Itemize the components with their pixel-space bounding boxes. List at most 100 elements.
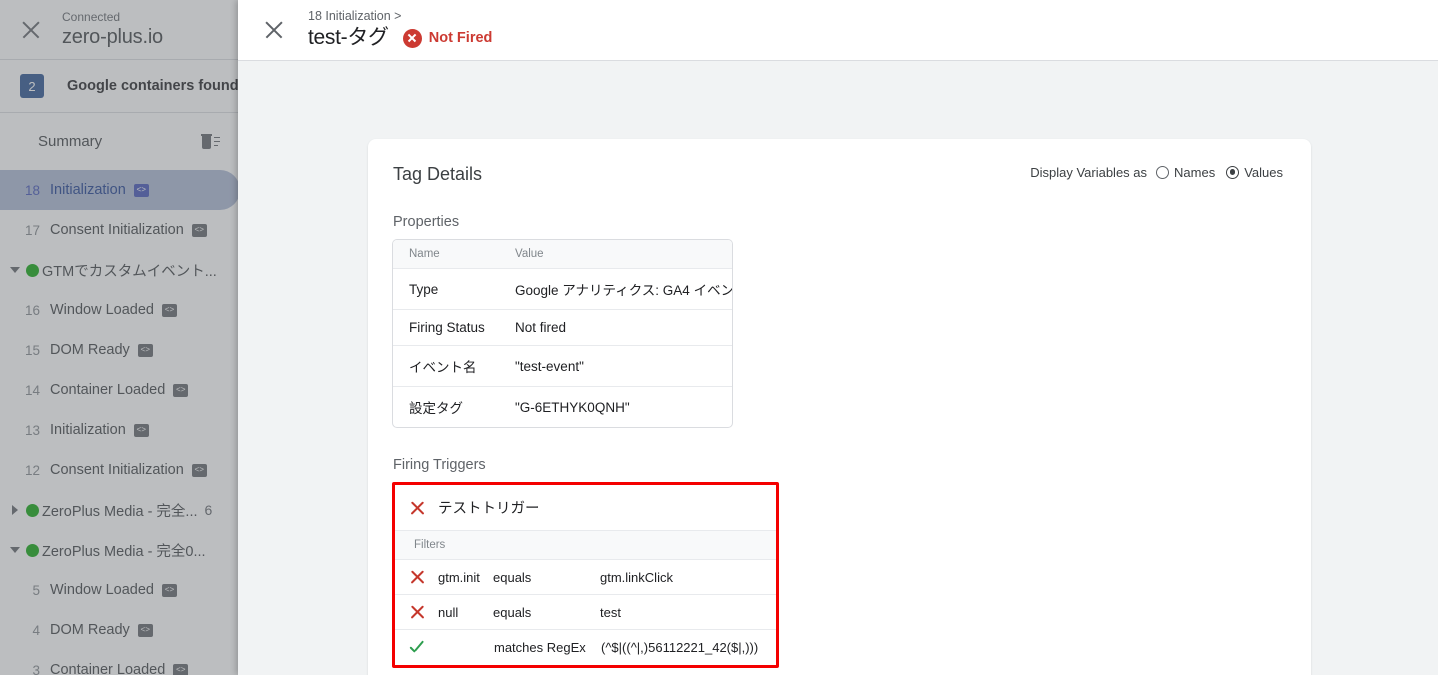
code-icon: <> — [137, 343, 153, 357]
radio-names-label: Names — [1174, 165, 1216, 180]
code-icon: <> — [191, 223, 207, 237]
event-name: Initialization — [50, 182, 126, 198]
error-circle-icon — [402, 28, 422, 48]
breadcrumb[interactable]: 18 Initialization > — [308, 9, 492, 24]
property-value: Google アナリティクス: GA4 イベント — [509, 269, 732, 310]
code-icon: <> — [133, 183, 149, 197]
debug-sidebar: Connected zero-plus.io 2 Google containe… — [0, 0, 238, 675]
status-dot-icon — [26, 263, 39, 277]
filter-value: test — [600, 604, 621, 620]
event-name: DOM Ready — [50, 622, 130, 638]
panel-title-block: 18 Initialization > test-タグ Not Fired — [308, 9, 492, 51]
firing-trigger-highlight-box: テストトリガー Filters gtm.init equals gtm.linkCl… — [392, 482, 779, 668]
radio-values-label: Values — [1244, 165, 1283, 180]
sidebar-event-item[interactable]: 13 Initialization <> — [0, 410, 238, 450]
radio-option-names[interactable]: Names — [1156, 165, 1215, 180]
table-header-row: Name Value — [393, 240, 732, 269]
radio-values-icon[interactable] — [1226, 166, 1240, 179]
filter-operator: matches RegEx — [494, 640, 586, 655]
containers-found-label: Google containers found — [67, 78, 238, 94]
sidebar-container-group[interactable]: GTMでカスタムイベント... — [0, 250, 238, 290]
sidebar-event-item[interactable]: 12 Consent Initialization <> — [0, 450, 238, 490]
card-title: Tag Details — [393, 164, 483, 184]
event-name: Consent Initialization — [50, 462, 184, 478]
table-row: イベント名 "test-event" — [393, 346, 732, 387]
containers-count-badge: 2 — [20, 74, 44, 98]
event-number: 4 — [32, 622, 40, 638]
close-icon[interactable] — [262, 18, 286, 42]
sidebar-container-group[interactable]: ZeroPlus Media - 完全... 6 — [0, 490, 238, 530]
table-row: Firing Status Not fired — [393, 310, 732, 346]
sidebar-event-item[interactable]: 14 Container Loaded <> — [0, 370, 238, 410]
code-icon: <> — [133, 423, 149, 437]
close-icon[interactable] — [18, 17, 44, 43]
code-icon: <> — [162, 303, 177, 317]
trigger-name: テストトリガー — [438, 501, 540, 517]
sidebar-event-item[interactable]: 3 Container Loaded <> — [0, 650, 238, 675]
event-number: 16 — [24, 302, 40, 318]
panel-header: 18 Initialization > test-タグ Not Fired — [238, 0, 1438, 61]
trash-icon[interactable] — [200, 132, 220, 152]
code-icon: <> — [191, 463, 207, 477]
chevron-down-icon[interactable] — [10, 547, 20, 553]
sidebar-event-item[interactable]: 15 DOM Ready <> — [0, 330, 238, 370]
property-name: イベント名 — [393, 346, 509, 387]
tag-details-panel: 18 Initialization > test-タグ Not Fired Ta… — [238, 0, 1438, 675]
tag-details-card: Tag Details Display Variables as Names V… — [368, 139, 1311, 675]
filter-row: null equals test — [395, 595, 776, 630]
sidebar-event-item[interactable]: 18 Initialization <> — [0, 170, 238, 210]
radio-names-icon[interactable] — [1156, 166, 1170, 179]
chevron-right-icon[interactable] — [12, 505, 18, 515]
property-name: Firing Status — [393, 310, 509, 346]
x-icon — [409, 499, 426, 516]
chevron-down-icon[interactable] — [10, 267, 20, 273]
sidebar-event-item[interactable]: 16 Window Loaded <> — [0, 290, 238, 330]
status-badge: Not Fired — [402, 28, 492, 48]
table-row: 設定タグ "G-6ETHYK0QNH" — [393, 387, 732, 427]
sidebar-event-item[interactable]: 17 Consent Initialization <> — [0, 210, 238, 250]
table-row: Type Google アナリティクス: GA4 イベント — [393, 269, 732, 310]
connected-domain: zero-plus.io — [62, 26, 163, 48]
check-icon — [409, 639, 427, 656]
column-header-value: Value — [509, 240, 732, 269]
filters-list: gtm.init equals gtm.linkClick null equals tes… — [395, 560, 776, 665]
sidebar-connection-header: Connected zero-plus.io — [0, 0, 238, 60]
event-number: 5 — [32, 582, 40, 598]
page-title: test-タグ — [308, 26, 389, 49]
filter-row: gtm.init equals gtm.linkClick — [395, 560, 776, 595]
panel-body: Tag Details Display Variables as Names V… — [238, 61, 1438, 675]
event-name: Container Loaded — [50, 382, 166, 398]
code-icon: <> — [173, 663, 189, 675]
connected-label: Connected — [62, 10, 121, 24]
event-number: 18 — [24, 182, 40, 198]
code-icon: <> — [162, 583, 177, 597]
filter-variable: gtm.init — [438, 569, 480, 585]
event-name: Consent Initialization — [50, 222, 184, 238]
event-number: 3 — [32, 662, 40, 675]
event-list: 18 Initialization <> 17 Consent Initializati… — [0, 170, 238, 675]
filter-value: (^$|((^|,)56112221_42($|,))) — [601, 640, 759, 655]
filter-row: matches RegEx (^$|((^|,)56112221_42($|,))… — [395, 630, 776, 665]
display-variables-control: Display Variables as Names Values — [1030, 165, 1283, 180]
filter-operator: equals — [493, 569, 532, 585]
code-icon: <> — [173, 383, 189, 397]
sidebar-container-group[interactable]: ZeroPlus Media - 完全0... — [0, 530, 238, 570]
trigger-header[interactable]: テストトリガー — [395, 485, 776, 531]
x-icon — [409, 604, 426, 621]
code-icon: <> — [137, 623, 153, 637]
filter-variable: null — [438, 604, 459, 620]
filter-value: gtm.linkClick — [600, 569, 673, 585]
status-dot-icon — [26, 543, 39, 557]
sidebar-event-item[interactable]: 4 DOM Ready <> — [0, 610, 238, 650]
event-number: 15 — [24, 342, 40, 358]
radio-option-values[interactable]: Values — [1226, 165, 1283, 180]
x-icon — [409, 569, 426, 586]
summary-row[interactable]: Summary — [0, 113, 238, 170]
containers-found-row: 2 Google containers found — [0, 60, 238, 113]
property-value: "test-event" — [509, 346, 732, 387]
sidebar-event-item[interactable]: 5 Window Loaded <> — [0, 570, 238, 610]
connection-info: Connected zero-plus.io — [62, 10, 163, 49]
filter-operator: equals — [493, 604, 532, 620]
firing-triggers-section-label: Firing Triggers — [393, 457, 486, 473]
event-name: DOM Ready — [50, 342, 130, 358]
